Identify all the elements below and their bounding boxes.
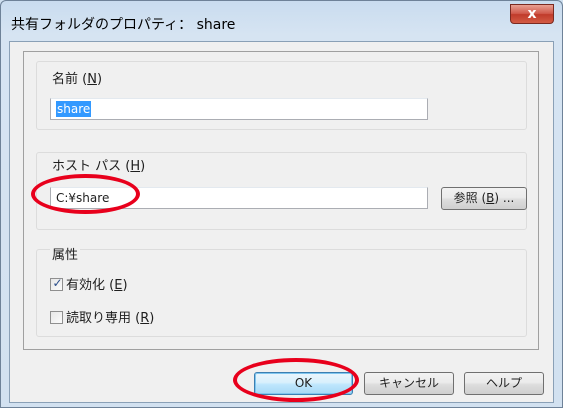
host-path-value: C:¥share [56,191,110,205]
name-group-title: 名前 (N) [50,68,105,87]
ok-button[interactable]: OK [254,372,353,395]
name-label-end: ) [96,72,103,87]
checkmark-icon: ✓ [52,276,63,290]
host-path-input[interactable]: C:¥share [50,187,428,209]
readonly-label: 読取り専用 ( [66,311,141,326]
browse-label-end: ) ... [494,191,515,205]
name-group: 名前 (N) share [36,61,527,130]
title-bar[interactable]: 共有フォルダのプロパティ： share x [1,1,562,41]
enabled-checkbox[interactable]: ✓ [50,276,63,291]
name-input[interactable]: share [50,98,428,120]
name-value: share [56,101,92,117]
enabled-checkbox-row[interactable]: ✓ 有効化 (E) [50,274,128,293]
close-button[interactable]: x [510,4,554,24]
cancel-button[interactable]: キャンセル [364,372,454,395]
close-icon: x [527,6,537,22]
host-path-group: ホスト パス (H) C:¥share 参照 (B) ... [36,152,527,230]
readonly-checkbox[interactable] [50,311,63,324]
properties-panel: 名前 (N) share ホスト パス (H) C:¥share 参照 (B) … [23,51,539,350]
readonly-label-end: ) [149,311,155,326]
name-accel: N [87,72,97,87]
name-label: 名前 ( [52,72,88,87]
window-title: 共有フォルダのプロパティ： share [11,17,236,33]
help-button[interactable]: ヘルプ [464,372,544,395]
attributes-group: 属性 ✓ 有効化 (E) 読取り専用 (R) [36,244,527,337]
readonly-accel: R [140,311,150,326]
host-path-group-title: ホスト パス (H) [50,155,148,174]
browse-button[interactable]: 参照 (B) ... [441,187,527,210]
attributes-group-title: 属性 [50,244,81,263]
readonly-checkbox-row[interactable]: 読取り専用 (R) [50,307,154,326]
shared-folder-properties-dialog: 共有フォルダのプロパティ： share x 名前 (N) share ホスト パ… [0,0,563,408]
enabled-label-end: ) [122,278,128,293]
host-path-accel: H [130,159,141,174]
host-path-label-end: ) [140,159,146,174]
dialog-client-area: 名前 (N) share ホスト パス (H) C:¥share 参照 (B) … [9,41,554,403]
host-path-label: ホスト パス ( [52,159,131,174]
enabled-label: 有効化 ( [66,278,115,293]
browse-label: 参照 ( [453,191,487,205]
